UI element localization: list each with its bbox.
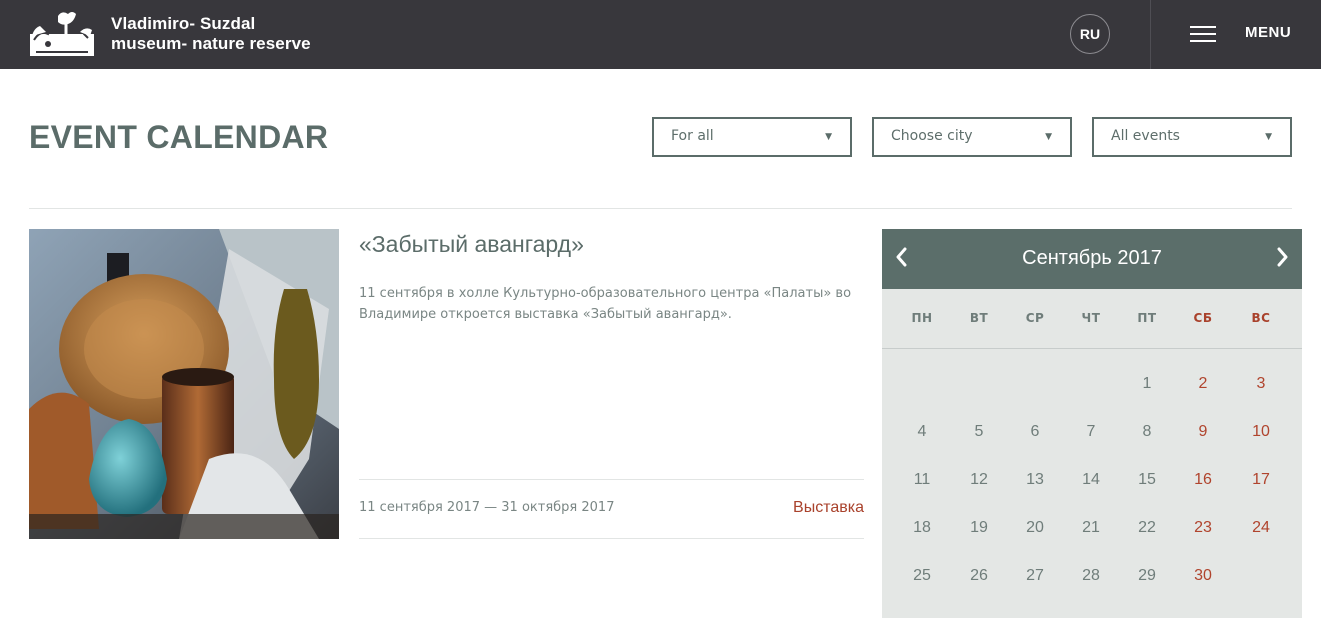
calendar-day[interactable]: 4 — [894, 423, 950, 441]
weekday-label: СР — [1025, 311, 1045, 325]
calendar-day[interactable]: 1 — [1119, 375, 1175, 393]
event-description: 11 сентября в холле Культурно-образовате… — [359, 286, 852, 322]
calendar-day[interactable]: 23 — [1175, 519, 1231, 537]
audience-select-value: For all — [671, 128, 714, 144]
event-type-link[interactable]: Выставка — [793, 499, 864, 517]
caret-down-icon: ▼ — [1045, 132, 1052, 142]
calendar-widget: Сентябрь 2017 ПН ВТ СР ЧТ ПТ СБ ВС 1 2 3 4 5 6 7 8 9 10… — [882, 229, 1302, 618]
top-bar: Vladimiro- Suzdal museum- nature reserve… — [0, 0, 1321, 69]
event-type-select-value: All events — [1111, 128, 1180, 144]
weekday-label: СБ — [1193, 311, 1213, 325]
calendar-day[interactable]: 16 — [1175, 471, 1231, 489]
calendar-day[interactable]: 6 — [1007, 423, 1063, 441]
calendar-day[interactable]: 7 — [1063, 423, 1119, 441]
calendar-day[interactable]: 28 — [1063, 567, 1119, 585]
hamburger-icon[interactable] — [1190, 25, 1216, 43]
calendar-day[interactable]: 12 — [951, 471, 1007, 489]
calendar-day[interactable]: 29 — [1119, 567, 1175, 585]
weekday-label: ВС — [1251, 311, 1271, 325]
event-dates: 11 сентября 2017 — 31 октября 2017 — [359, 500, 615, 515]
calendar-day[interactable]: 3 — [1233, 375, 1289, 393]
caret-down-icon: ▼ — [1265, 132, 1272, 142]
event-divider-top — [359, 479, 864, 480]
weekday-label: ПН — [911, 311, 933, 325]
brand-line-2: museum- nature reserve — [111, 34, 311, 53]
brand-name[interactable]: Vladimiro- Suzdal museum- nature reserve — [111, 14, 311, 54]
calendar-day[interactable]: 5 — [951, 423, 1007, 441]
calendar-day[interactable]: 27 — [1007, 567, 1063, 585]
calendar-day[interactable]: 9 — [1175, 423, 1231, 441]
calendar-day[interactable]: 13 — [1007, 471, 1063, 489]
header-divider — [1150, 0, 1151, 69]
calendar-day[interactable]: 25 — [894, 567, 950, 585]
weekday-label: ПТ — [1137, 311, 1157, 325]
weekday-label: ВТ — [969, 311, 989, 325]
calendar-day[interactable]: 2 — [1175, 375, 1231, 393]
city-select[interactable]: Choose city ▼ — [872, 117, 1072, 157]
weekday-label: ЧТ — [1081, 311, 1101, 325]
calendar-day[interactable]: 21 — [1063, 519, 1119, 537]
event-divider-bottom — [359, 538, 864, 539]
calendar-day[interactable]: 18 — [894, 519, 950, 537]
calendar-day[interactable]: 15 — [1119, 471, 1175, 489]
calendar-day[interactable]: 17 — [1233, 471, 1289, 489]
event-type-select[interactable]: All events ▼ — [1092, 117, 1292, 157]
calendar-weekdays: ПН ВТ СР ЧТ ПТ СБ ВС — [882, 289, 1302, 349]
event-title-link[interactable]: «Забытый авангард» — [359, 231, 584, 258]
calendar-day[interactable]: 11 — [894, 471, 950, 489]
caret-down-icon: ▼ — [825, 132, 832, 142]
calendar-day[interactable]: 26 — [951, 567, 1007, 585]
language-switch-button[interactable]: RU — [1070, 14, 1110, 54]
calendar-month: Сентябрь 2017 — [1022, 247, 1162, 269]
calendar-day[interactable]: 8 — [1119, 423, 1175, 441]
city-select-value: Choose city — [891, 128, 973, 144]
event-image[interactable] — [29, 229, 339, 539]
chevron-right-icon[interactable] — [1270, 245, 1294, 269]
calendar-day[interactable]: 22 — [1119, 519, 1175, 537]
calendar-header: Сентябрь 2017 — [882, 229, 1302, 289]
section-divider — [29, 208, 1292, 209]
calendar-day[interactable]: 10 — [1233, 423, 1289, 441]
page-title: EVENT CALENDAR — [29, 119, 329, 155]
audience-select[interactable]: For all ▼ — [652, 117, 852, 157]
calendar-day[interactable]: 14 — [1063, 471, 1119, 489]
calendar-day[interactable]: 19 — [951, 519, 1007, 537]
calendar-day[interactable]: 30 — [1175, 567, 1231, 585]
calendar-day[interactable]: 20 — [1007, 519, 1063, 537]
brand-line-1: Vladimiro- Suzdal — [111, 14, 256, 33]
calendar-day[interactable]: 24 — [1233, 519, 1289, 537]
menu-button[interactable]: MENU — [1245, 24, 1291, 41]
lion-logo-icon[interactable] — [28, 10, 96, 58]
